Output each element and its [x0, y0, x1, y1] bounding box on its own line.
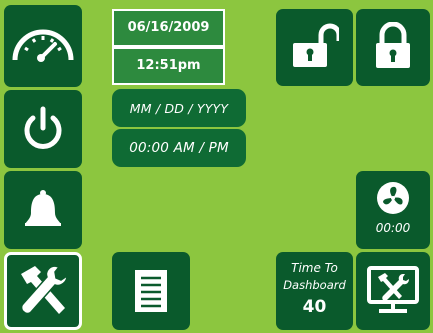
lock-button[interactable] [356, 9, 430, 86]
alarm-button[interactable] [4, 171, 82, 249]
power-button[interactable] [4, 90, 82, 168]
time-format-input[interactable]: 00:00 AM / PM [112, 129, 246, 167]
gauge-icon [12, 29, 74, 62]
current-time-text: 12:51pm [136, 58, 201, 73]
unlock-button[interactable] [276, 9, 353, 86]
current-date-text: 06/16/2009 [127, 20, 210, 35]
countdown-label-line1: Time To [291, 261, 338, 275]
gauge-button[interactable] [4, 5, 82, 87]
tools-button[interactable] [4, 252, 82, 330]
tools-icon [20, 265, 68, 315]
lock-icon [376, 22, 410, 68]
power-icon [24, 106, 62, 149]
document-icon [135, 270, 167, 312]
unlock-icon [293, 23, 339, 67]
date-format-input[interactable]: MM / DD / YYYY [112, 89, 246, 127]
countdown-label-line2: Dashboard [283, 278, 346, 292]
system-settings-button[interactable] [356, 252, 430, 330]
current-time: 12:51pm [112, 47, 225, 85]
fan-icon [377, 182, 409, 214]
date-format-text: MM / DD / YYYY [129, 100, 229, 116]
document-button[interactable] [112, 252, 190, 330]
bell-icon [25, 190, 61, 226]
monitor-tools-icon [367, 266, 419, 313]
countdown-seconds: 40 [302, 297, 327, 317]
fan-timer: 00:00 [375, 221, 411, 235]
current-date: 06/16/2009 [112, 9, 225, 47]
dashboard-countdown[interactable]: Time To Dashboard 40 [276, 252, 353, 330]
fan-button[interactable]: 00:00 [356, 171, 430, 249]
time-format-text: 00:00 AM / PM [129, 140, 229, 156]
